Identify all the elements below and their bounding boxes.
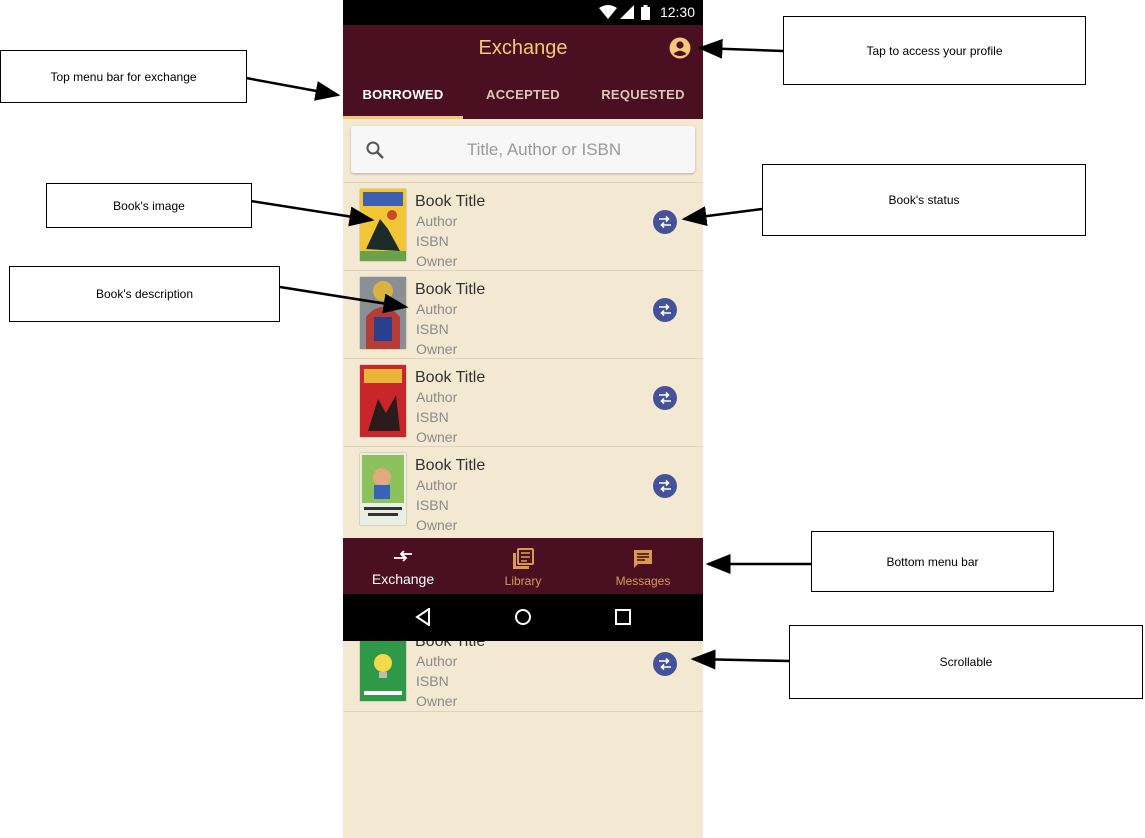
arrow-status	[681, 206, 763, 227]
callout-book-image: Book's image	[46, 183, 252, 228]
callout-book-status: Book's status	[762, 164, 1086, 236]
callout-profile: Tap to access your profile	[783, 16, 1086, 85]
arrow-top-menu	[245, 76, 341, 101]
arrow-description	[279, 285, 409, 314]
callout-book-description: Book's description	[9, 266, 280, 322]
arrow-scrollable	[690, 649, 790, 670]
callout-top-menu: Top menu bar for exchange	[0, 50, 247, 103]
arrow-image	[250, 199, 375, 227]
arrow-profile	[697, 38, 784, 59]
callout-bottom-menu: Bottom menu bar	[811, 531, 1054, 592]
callout-scrollable: Scrollable	[789, 625, 1143, 699]
annotation-arrows	[245, 38, 811, 670]
